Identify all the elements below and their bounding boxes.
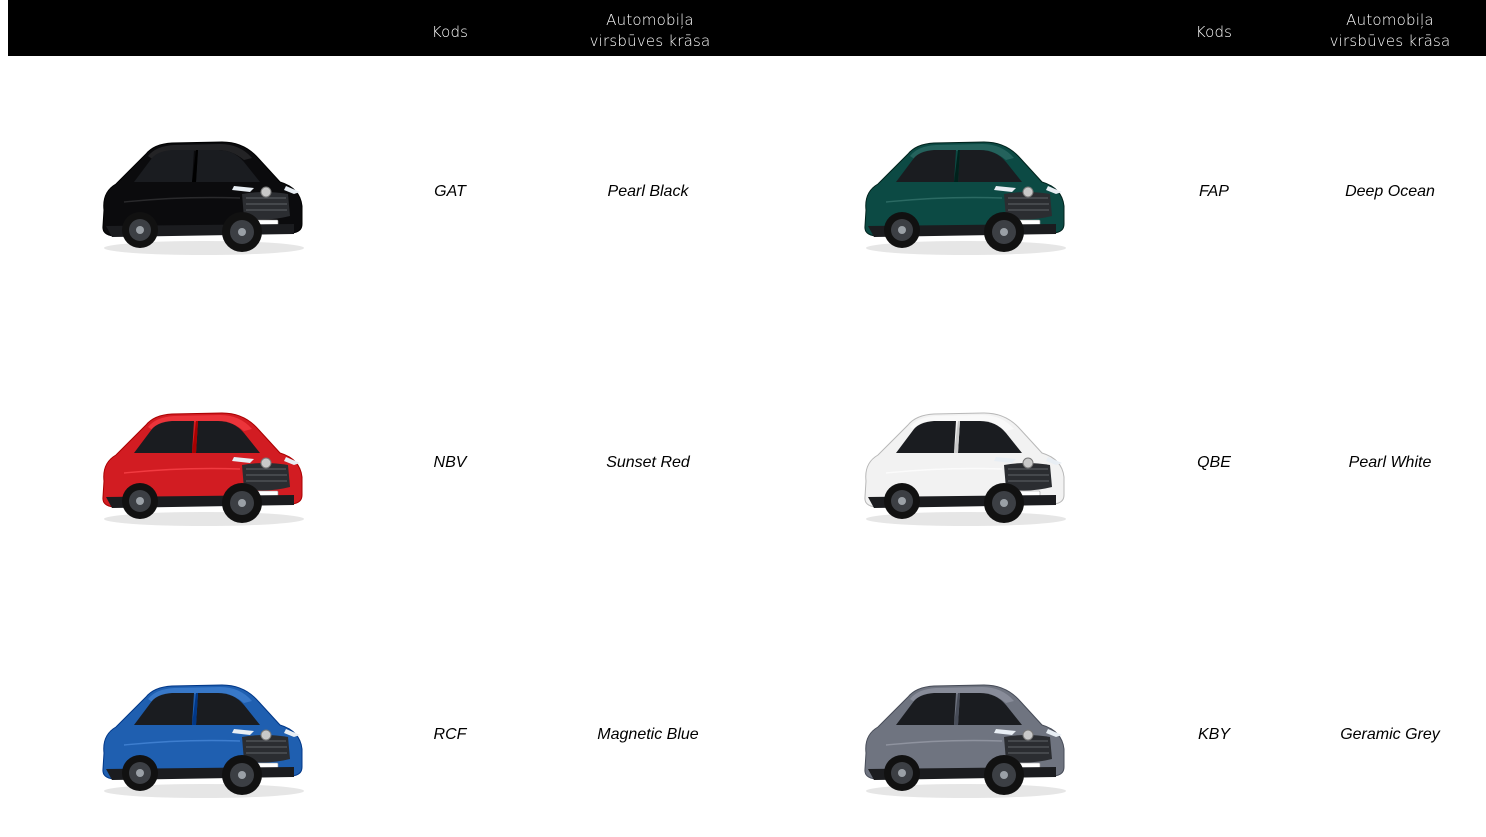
color-name-right: Pearl White: [1348, 454, 1432, 471]
color-name-left: Sunset Red: [606, 454, 690, 471]
color-name-right: Geramic Grey: [1340, 726, 1440, 743]
header-color-right: Automobiļa virsbūves krāsa: [1300, 10, 1480, 52]
header-color-left-line2: virsbūves krāsa: [589, 32, 711, 50]
color-code-left: NBV: [433, 454, 467, 471]
header-color-left-line1: Automobiļa: [606, 11, 694, 29]
table-header: [8, 0, 1486, 56]
color-code-left: GAT: [434, 183, 466, 200]
header-code-left: Kods: [431, 23, 469, 41]
car-image-right: [856, 403, 1068, 527]
car-image-right: [856, 675, 1068, 799]
car-image-left: [94, 403, 306, 527]
color-name-right: Deep Ocean: [1345, 183, 1435, 200]
table-row: RCF Magnetic Blue KBY Geramic Grey: [0, 637, 1486, 837]
header-color-right-line2: virsbūves krāsa: [1329, 32, 1451, 50]
car-icon: [864, 684, 1066, 798]
color-name-left: Pearl Black: [607, 183, 689, 200]
color-name-left: Magnetic Blue: [597, 726, 699, 743]
car-icon: [864, 141, 1066, 255]
table-row: NBV Sunset Red QBE Pearl White: [0, 365, 1486, 565]
car-icon: [102, 141, 304, 255]
color-code-right: KBY: [1197, 726, 1230, 743]
header-code-right: Kods: [1195, 23, 1233, 41]
car-image-left: [94, 132, 306, 256]
color-code-left: RCF: [433, 726, 467, 743]
color-code-right: QBE: [1197, 454, 1231, 471]
color-code-right: FAP: [1199, 183, 1229, 200]
car-image-left: [94, 675, 306, 799]
header-color-right-line1: Automobiļa: [1346, 11, 1434, 29]
car-icon: [102, 684, 304, 798]
table-row: GAT Pearl Black FAP Deep Ocean: [0, 94, 1486, 294]
header-color-left: Automobiļa virsbūves krāsa: [560, 10, 740, 52]
car-icon: [102, 412, 304, 526]
car-icon: [864, 412, 1066, 526]
car-image-right: [856, 132, 1068, 256]
